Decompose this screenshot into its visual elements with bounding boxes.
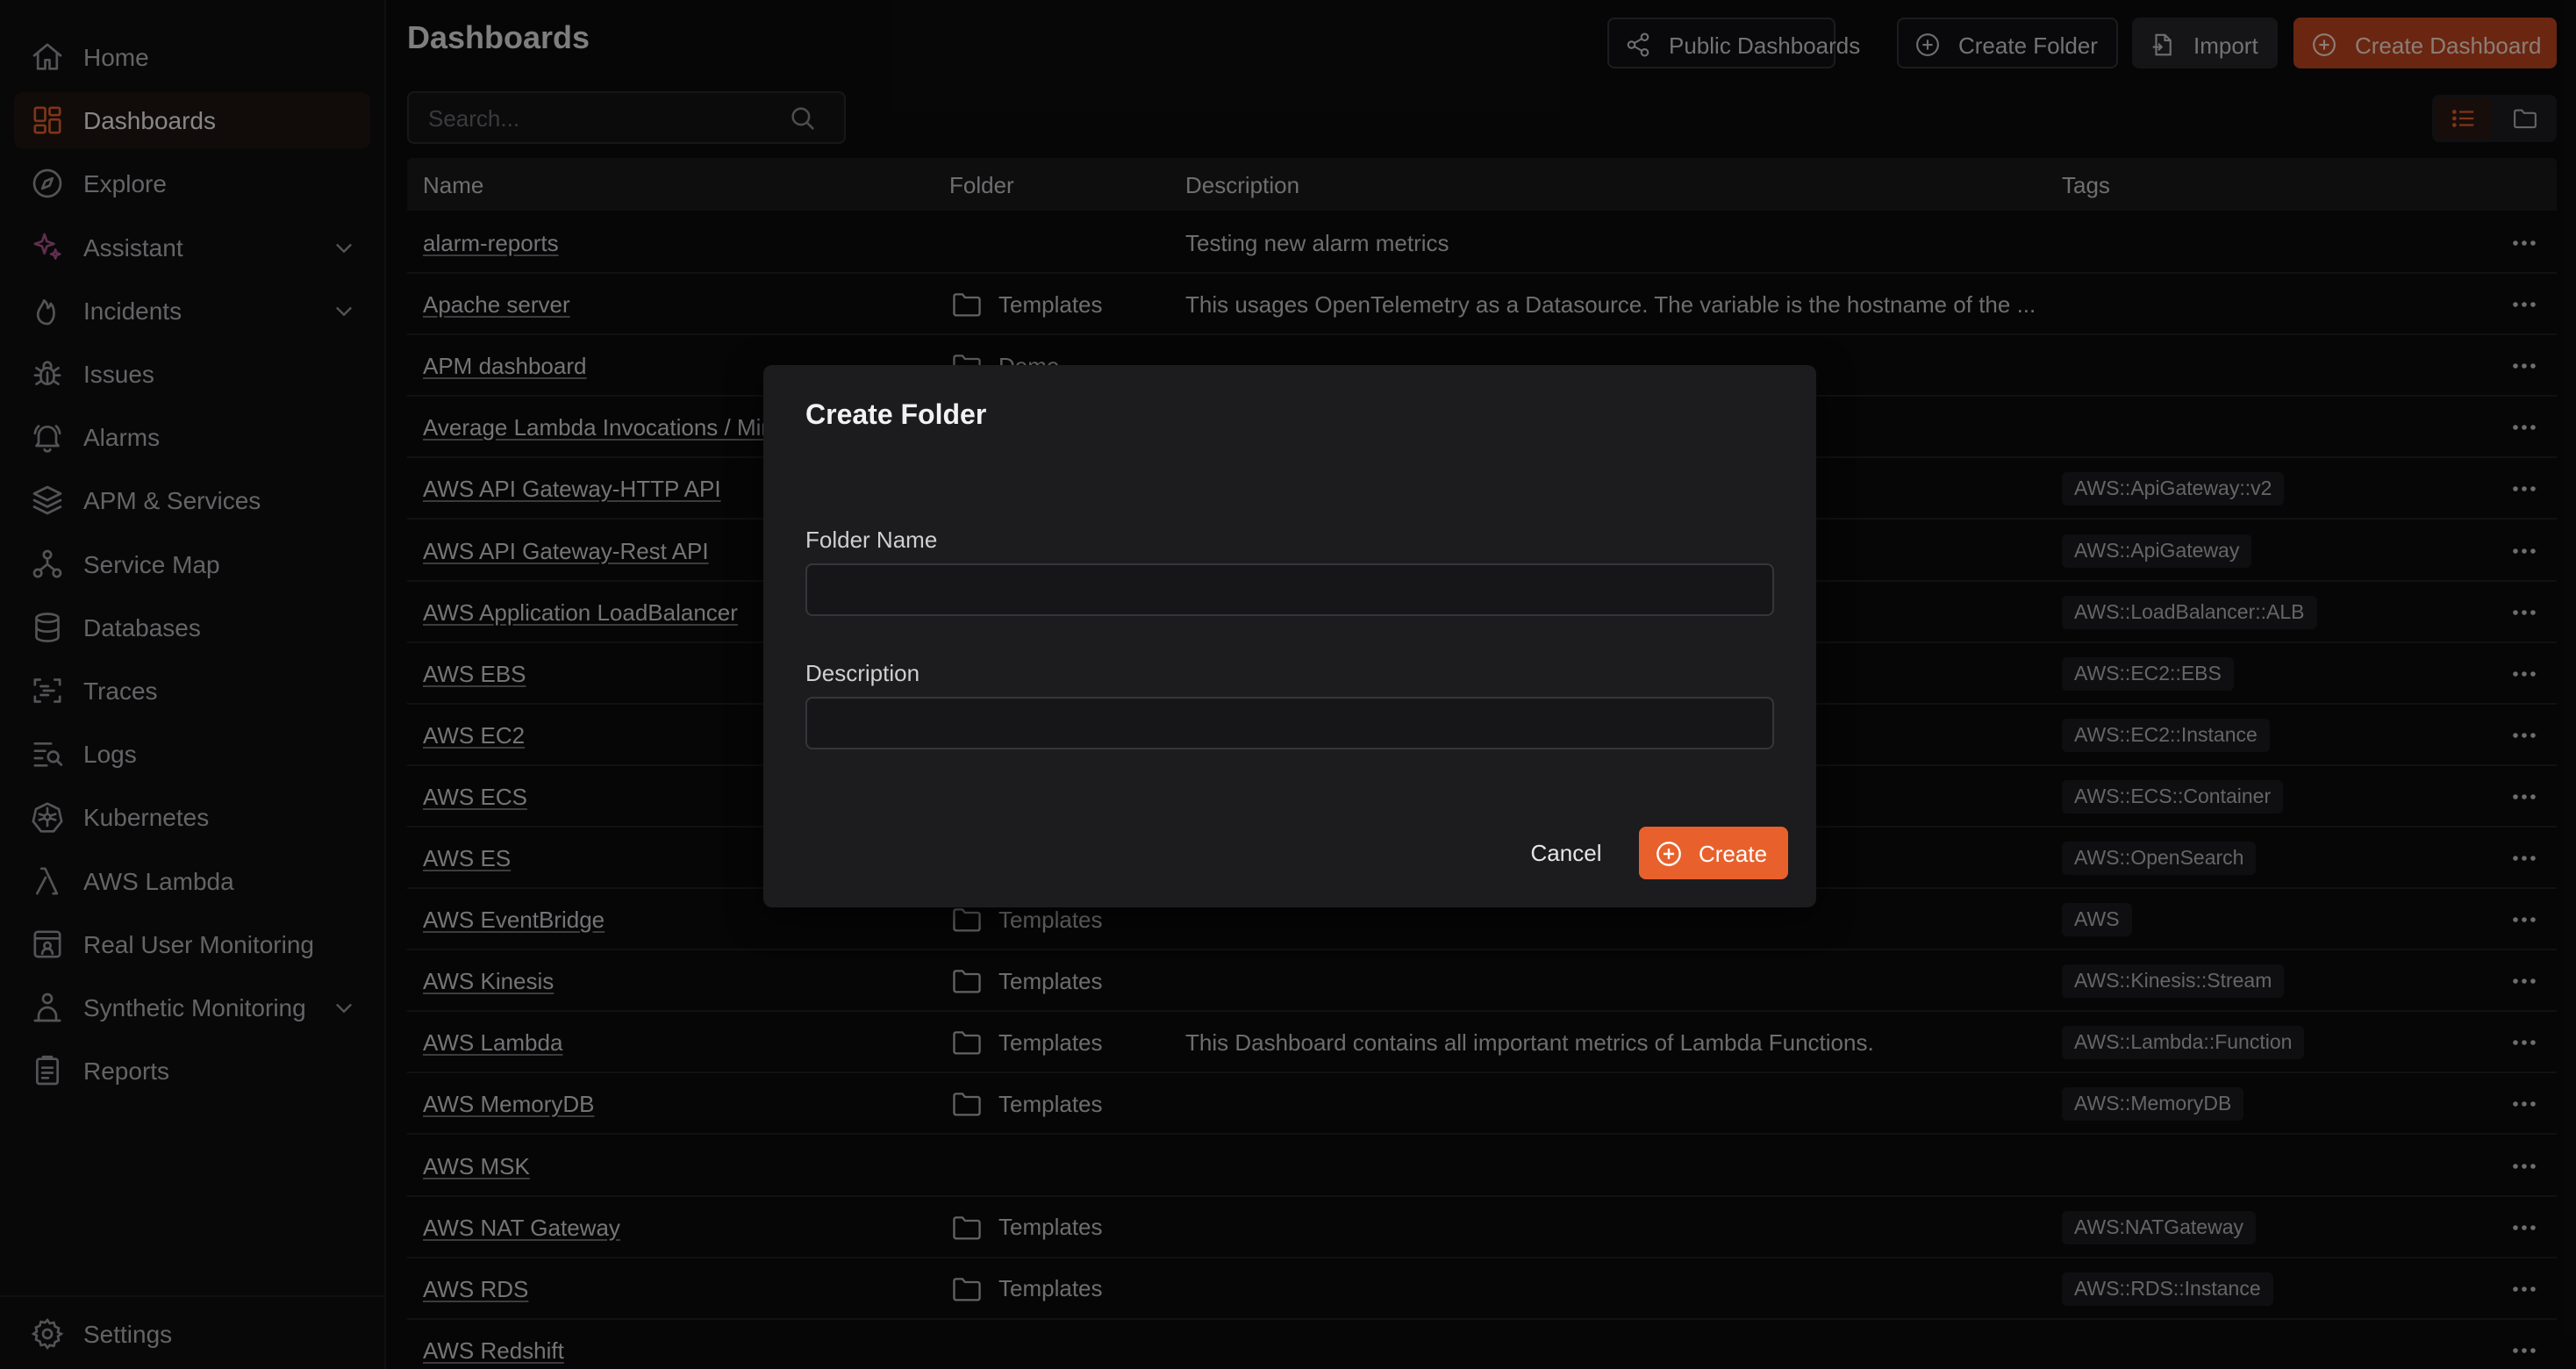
dialog-title: Create Folder <box>805 398 987 430</box>
create-folder-dialog: Create Folder Folder Name Description Ca… <box>763 365 1816 907</box>
folder-name-label: Folder Name <box>805 527 938 553</box>
plus-circle-icon <box>1657 842 1681 866</box>
folder-name-input[interactable] <box>805 563 1774 616</box>
cancel-button[interactable]: Cancel <box>1518 827 1614 879</box>
create-button[interactable]: Create <box>1639 827 1788 879</box>
description-label: Description <box>805 660 920 686</box>
description-input[interactable] <box>805 697 1774 749</box>
button-label: Create <box>1699 841 1768 867</box>
